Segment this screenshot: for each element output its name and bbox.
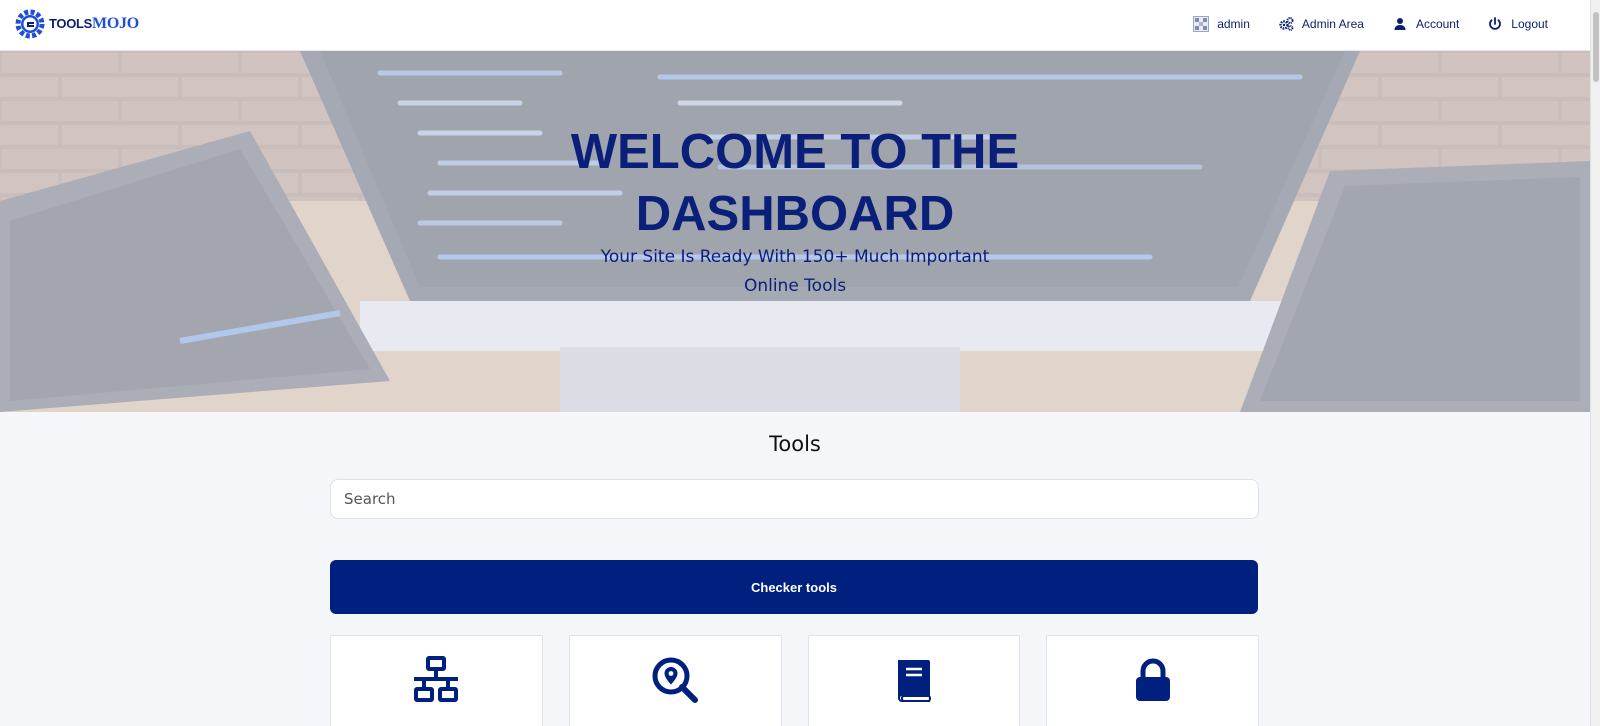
book-icon — [897, 660, 931, 702]
hero-banner: WELCOME TO THE DASHBOARD Your Site Is Re… — [0, 51, 1590, 412]
hero-subtitle-line1: Your Site Is Ready With 150+ Much Import… — [600, 247, 990, 267]
nav-label-logout: Logout — [1511, 16, 1548, 31]
tool-card[interactable] — [568, 635, 782, 726]
tool-card[interactable] — [807, 635, 1021, 726]
brand-name: TOOLSMOJO — [49, 15, 139, 33]
brand-tools-text: TOOLS — [49, 16, 93, 31]
tool-card[interactable] — [1046, 635, 1259, 726]
nav-item-logout[interactable]: Logout — [1473, 0, 1562, 47]
tools-heading: Tools — [769, 432, 821, 456]
hero-subtitle-line2: Online Tools — [743, 276, 847, 296]
network-icon — [414, 656, 459, 702]
top-navbar: TOOLSMOJO admin Admin Area Account Logou… — [0, 0, 1590, 51]
tool-cards — [330, 635, 1259, 726]
nav-label-admin-area: Admin Area — [1301, 16, 1364, 31]
tool-card[interactable] — [330, 635, 543, 726]
page-scrollbar[interactable] — [1590, 0, 1600, 726]
nav-label-admin: admin — [1217, 16, 1250, 31]
nav-item-admin-area[interactable]: Admin Area — [1264, 0, 1378, 47]
nav-item-admin[interactable]: admin — [1179, 0, 1264, 47]
gears-icon — [1278, 16, 1294, 32]
brand-mojo-text: MOJO — [92, 15, 139, 32]
power-icon — [1487, 16, 1503, 32]
nav-links: admin Admin Area Account Logout — [1179, 0, 1562, 47]
gear-logo-icon — [15, 9, 45, 39]
user-icon — [1392, 16, 1408, 32]
category-checker-tools-button[interactable]: Checker tools — [330, 560, 1258, 614]
brand-logo[interactable]: TOOLSMOJO — [14, 8, 139, 40]
location-search-icon — [652, 657, 699, 703]
nav-item-account[interactable]: Account — [1378, 0, 1473, 47]
lock-icon — [1135, 658, 1170, 701]
search-input[interactable] — [330, 479, 1259, 519]
nav-label-account: Account — [1415, 16, 1460, 31]
scrollbar-thumb[interactable] — [1593, 12, 1599, 82]
hero-title-line2: DASHBOARD — [635, 187, 955, 241]
hero-title: WELCOME TO THE DASHBOARD — [0, 121, 1590, 245]
hero-subtitle: Your Site Is Ready With 150+ Much Import… — [0, 243, 1590, 301]
user-avatar-icon — [1193, 15, 1210, 32]
hero-title-line1: WELCOME TO THE — [570, 125, 1020, 179]
